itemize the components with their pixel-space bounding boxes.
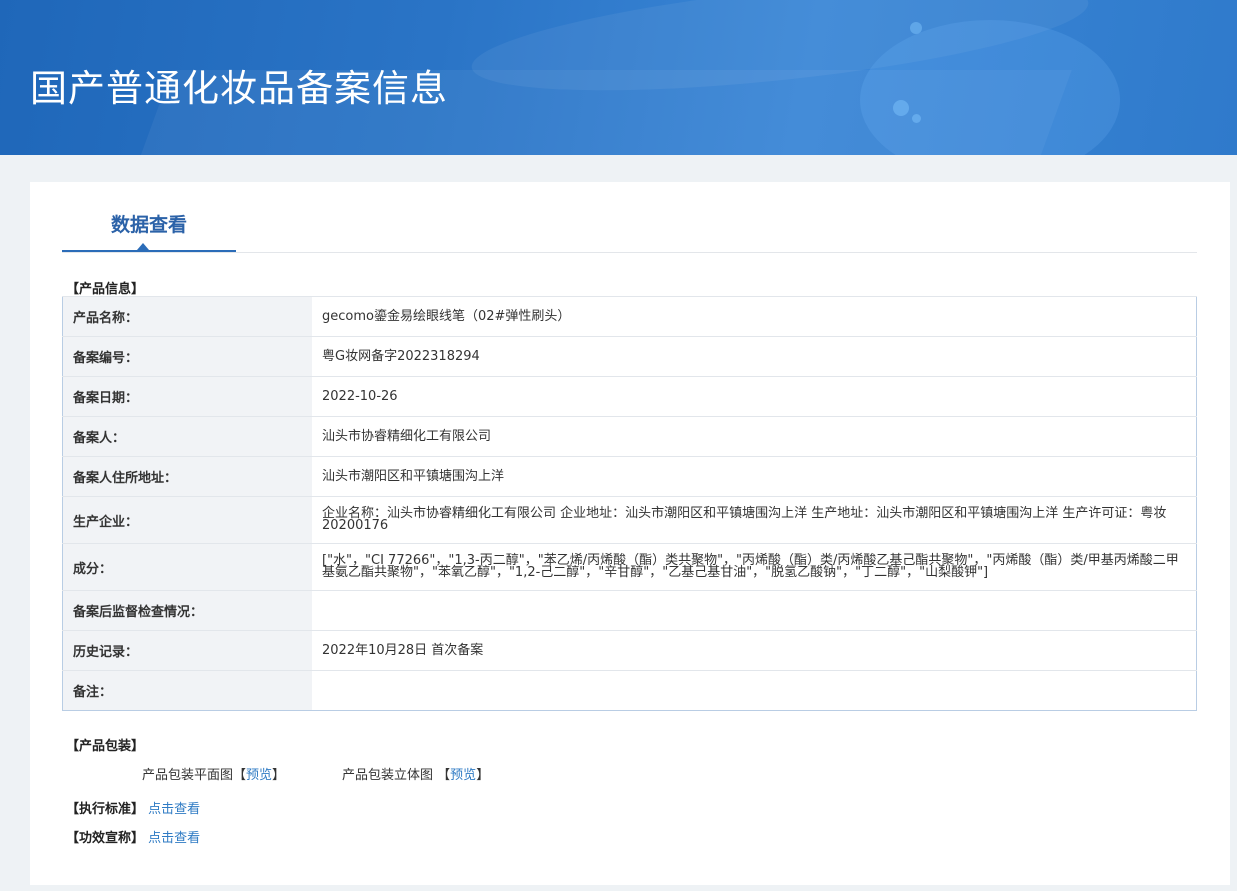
product-info-table: 产品名称： gecomo鎏金易绘眼线笔（02#弹性刷头） 备案编号： 粤G妆网备字20… <box>62 296 1197 711</box>
row-value: 2022年10月28日 首次备案 <box>312 630 1197 671</box>
standard-view-link[interactable]: 点击查看 <box>148 802 200 817</box>
packaging-solid-label: 产品包装立体图 <box>342 768 434 783</box>
efficacy-label: 【功效宣称】 <box>66 831 145 846</box>
efficacy-row: 【功效宣称】 点击查看 <box>66 827 200 846</box>
row-value: 2022-10-26 <box>312 376 1197 417</box>
efficacy-view-link[interactable]: 点击查看 <box>148 831 200 846</box>
page-title: 国产普通化妆品备案信息 <box>30 67 448 110</box>
table-row: 成分： ["水"，"CI 77266"，"1,3-丙二醇"，"苯乙烯/丙烯酸（酯）… <box>62 543 1197 591</box>
row-value <box>312 590 1197 631</box>
row-value: 粤G妆网备字2022318294 <box>312 336 1197 377</box>
row-key: 备案日期： <box>62 376 312 417</box>
table-row: 备案日期： 2022-10-26 <box>62 376 1197 417</box>
packaging-flat-item: 产品包装平面图【预览】 <box>142 764 285 783</box>
section-title-product-info: 【产品信息】 <box>66 282 145 297</box>
table-row: 生产企业： 企业名称：汕头市协睿精细化工有限公司 企业地址：汕头市潮阳区和平镇塘围… <box>62 496 1197 544</box>
row-value: ["水"，"CI 77266"，"1,3-丙二醇"，"苯乙烯/丙烯酸（酯）类共聚… <box>312 543 1197 591</box>
bracket-close: 】 <box>272 768 286 783</box>
row-key: 历史记录： <box>62 630 312 671</box>
row-value: 企业名称：汕头市协睿精细化工有限公司 企业地址：汕头市潮阳区和平镇塘围沟上洋 生… <box>312 496 1197 544</box>
content-panel: 数据查看 【产品信息】 产品名称： gecomo鎏金易绘眼线笔（02#弹性刷头）备… <box>30 182 1230 885</box>
tab-caret-icon <box>137 243 149 250</box>
banner-dot <box>893 100 909 116</box>
solid-preview-link[interactable]: 预览 <box>450 768 476 783</box>
bracket-close: 】 <box>476 768 490 783</box>
packaging-flat-label: 产品包装平面图 <box>142 768 234 783</box>
table-row: 备注： <box>62 670 1197 711</box>
row-key: 备案后监督检查情况： <box>62 590 312 631</box>
row-value: 汕头市协睿精细化工有限公司 <box>312 416 1197 457</box>
standard-row: 【执行标准】 点击查看 <box>66 798 200 817</box>
tab-data-view[interactable]: 数据查看 <box>62 182 236 252</box>
flat-preview-link[interactable]: 预览 <box>246 768 272 783</box>
row-key: 备注： <box>62 670 312 711</box>
section-title-packaging: 【产品包装】 <box>66 739 145 754</box>
row-key: 备案人住所地址： <box>62 456 312 497</box>
row-key: 产品名称： <box>62 296 312 337</box>
row-value: 汕头市潮阳区和平镇塘围沟上洋 <box>312 456 1197 497</box>
banner-dot <box>910 22 922 34</box>
tab-bar: 数据查看 <box>62 182 1197 253</box>
table-row: 产品名称： gecomo鎏金易绘眼线笔（02#弹性刷头） <box>62 296 1197 337</box>
table-row: 备案人住所地址： 汕头市潮阳区和平镇塘围沟上洋 <box>62 456 1197 497</box>
bracket-open: 【 <box>437 768 451 783</box>
table-row: 备案人： 汕头市协睿精细化工有限公司 <box>62 416 1197 457</box>
row-key: 备案编号： <box>62 336 312 377</box>
row-value: gecomo鎏金易绘眼线笔（02#弹性刷头） <box>312 296 1197 337</box>
row-key: 备案人： <box>62 416 312 457</box>
row-key: 生产企业： <box>62 496 312 544</box>
row-value <box>312 670 1197 711</box>
table-row: 备案编号： 粤G妆网备字2022318294 <box>62 336 1197 377</box>
banner-dot <box>912 114 921 123</box>
tab-label: 数据查看 <box>110 214 187 236</box>
table-row: 历史记录： 2022年10月28日 首次备案 <box>62 630 1197 671</box>
standard-label: 【执行标准】 <box>66 802 145 817</box>
header-banner: 国产普通化妆品备案信息 <box>0 0 1237 155</box>
packaging-solid-item: 产品包装立体图 【预览】 <box>342 764 489 783</box>
table-row: 备案后监督检查情况： <box>62 590 1197 631</box>
row-key: 成分： <box>62 543 312 591</box>
bracket-open: 【 <box>233 768 247 783</box>
